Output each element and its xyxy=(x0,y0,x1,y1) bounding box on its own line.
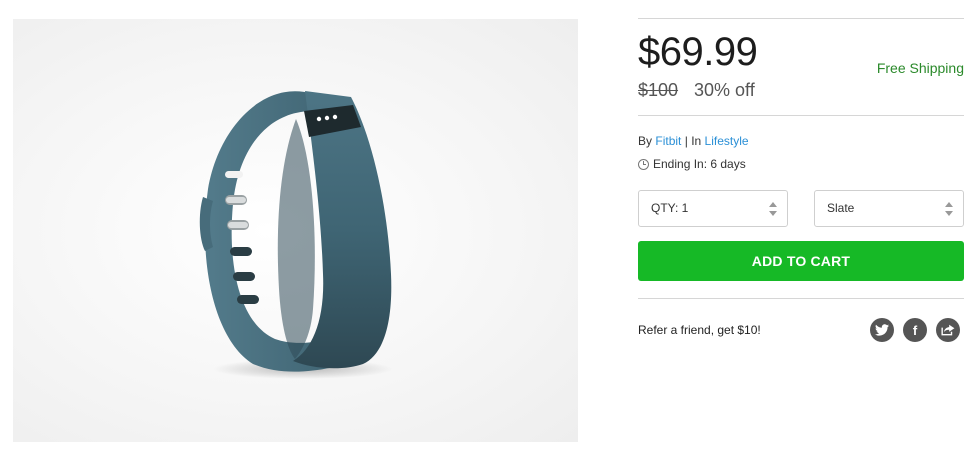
color-value: Slate xyxy=(827,201,855,215)
shipping-label: Free Shipping xyxy=(876,60,964,76)
share-button[interactable] xyxy=(936,318,960,342)
ending-countdown: Ending In: 6 days xyxy=(638,157,746,171)
product-info-panel: $69.99 Free Shipping $100 30% off By Fit… xyxy=(638,0,964,454)
product-meta: By Fitbit | In Lifestyle xyxy=(638,134,749,148)
by-label: By xyxy=(638,134,653,148)
divider xyxy=(638,18,964,19)
brand-link[interactable]: Fitbit xyxy=(655,134,681,148)
divider xyxy=(638,115,964,116)
ending-text: Ending In: 6 days xyxy=(653,157,746,171)
share-icon xyxy=(941,324,955,336)
quantity-select[interactable]: QTY: 1 xyxy=(638,190,788,227)
facebook-icon: f xyxy=(912,322,918,338)
select-stepper-icon xyxy=(945,202,953,216)
quantity-value: QTY: 1 xyxy=(651,201,689,215)
original-price: $100 xyxy=(638,80,679,100)
discount-label: 30% off xyxy=(694,80,755,100)
meta-separator: | xyxy=(684,134,688,148)
category-link[interactable]: Lifestyle xyxy=(705,134,749,148)
in-label: In xyxy=(691,134,702,148)
color-select[interactable]: Slate xyxy=(814,190,964,227)
add-to-cart-button[interactable]: ADD TO CART xyxy=(638,241,964,281)
product-image xyxy=(13,19,578,442)
twitter-icon xyxy=(875,324,889,336)
select-stepper-icon xyxy=(769,202,777,216)
divider xyxy=(638,298,964,299)
referral-text: Refer a friend, get $10! xyxy=(638,323,761,337)
twitter-share-button[interactable] xyxy=(870,318,894,342)
clock-icon xyxy=(638,158,649,170)
facebook-share-button[interactable]: f xyxy=(903,318,927,342)
fitness-band-image xyxy=(199,91,393,379)
price: $69.99 xyxy=(638,30,758,74)
